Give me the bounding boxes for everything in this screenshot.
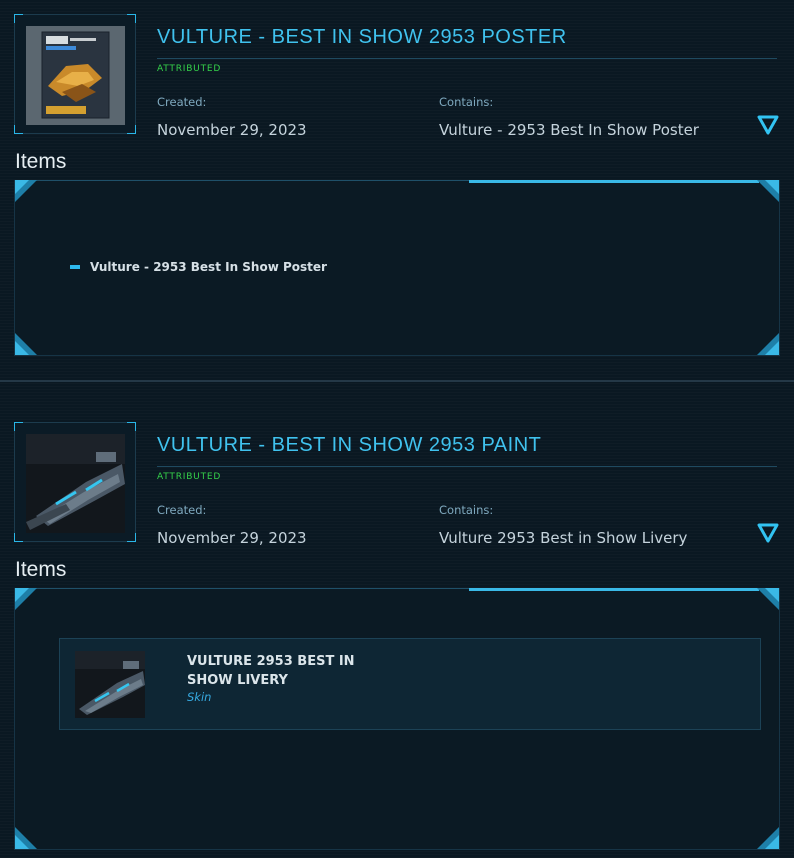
contains-label: Contains: xyxy=(439,95,494,109)
corner-tr-icon xyxy=(757,180,779,202)
corner-tr-icon xyxy=(757,588,779,610)
poster-image xyxy=(26,26,125,125)
pledge-poster: VULTURE - BEST IN SHOW 2953 POSTER ATTRI… xyxy=(0,0,794,380)
items-panel: Vulture - 2953 Best In Show Poster xyxy=(14,180,780,356)
contains-value: Vulture 2953 Best in Show Livery xyxy=(439,529,688,547)
created-value: November 29, 2023 xyxy=(157,529,307,547)
item-image xyxy=(75,651,145,718)
contains-label: Contains: xyxy=(439,503,494,517)
pledge-thumbnail[interactable] xyxy=(14,14,136,134)
pledge-title[interactable]: VULTURE - BEST IN SHOW 2953 PAINT xyxy=(157,434,777,467)
contains-value: Vulture - 2953 Best In Show Poster xyxy=(439,121,699,139)
bullet-dash-icon xyxy=(70,265,80,269)
corner-br-icon xyxy=(757,333,779,355)
items-heading: Items xyxy=(15,558,67,581)
corner-br-icon xyxy=(757,827,779,849)
corner-tl-icon xyxy=(15,588,37,610)
created-value: November 29, 2023 xyxy=(157,121,307,139)
items-panel: VULTURE 2953 BEST IN SHOW LIVERY Skin xyxy=(14,588,780,850)
items-heading: Items xyxy=(15,150,67,173)
corner-bl-icon xyxy=(15,827,37,849)
status-badge: ATTRIBUTED xyxy=(157,472,222,482)
ship-image xyxy=(26,434,125,533)
created-label: Created: xyxy=(157,503,207,517)
status-badge: ATTRIBUTED xyxy=(157,64,222,74)
pledge-title[interactable]: VULTURE - BEST IN SHOW 2953 POSTER xyxy=(157,26,777,59)
item-card-type: Skin xyxy=(187,690,212,704)
pledge-thumbnail[interactable] xyxy=(14,422,136,542)
corner-bl-icon xyxy=(15,333,37,355)
corner-tl-icon xyxy=(15,180,37,202)
pledge-divider xyxy=(0,380,794,382)
chevron-down-triangle-icon[interactable] xyxy=(756,520,780,544)
list-item: Vulture - 2953 Best In Show Poster xyxy=(70,260,327,274)
created-label: Created: xyxy=(157,95,207,109)
item-card-name: VULTURE 2953 BEST IN SHOW LIVERY xyxy=(187,654,355,688)
chevron-down-triangle-icon[interactable] xyxy=(756,112,780,136)
item-name: Vulture - 2953 Best In Show Poster xyxy=(90,260,327,274)
item-card[interactable]: VULTURE 2953 BEST IN SHOW LIVERY Skin xyxy=(59,638,761,730)
pledge-paint: VULTURE - BEST IN SHOW 2953 PAINT ATTRIB… xyxy=(0,408,794,858)
